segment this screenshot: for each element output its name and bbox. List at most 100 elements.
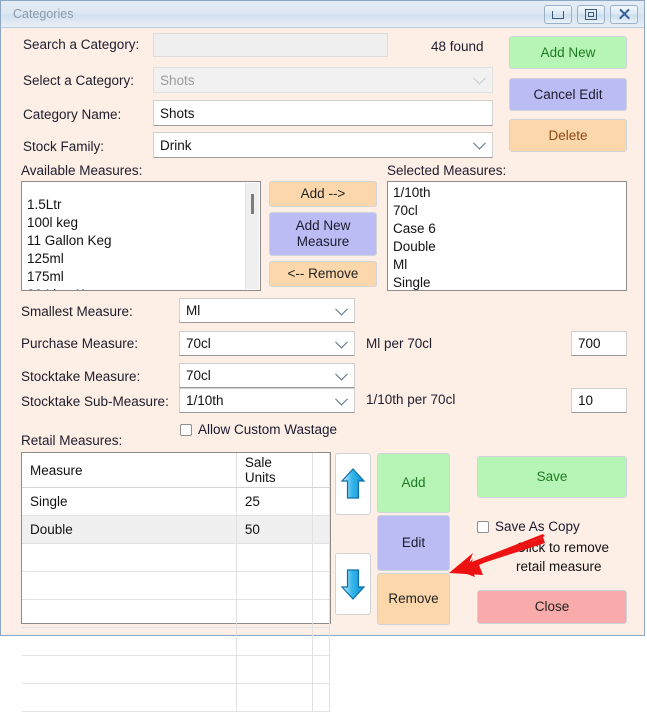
search-input[interactable] bbox=[153, 33, 388, 57]
purchase-measure-combo[interactable]: 70cl bbox=[179, 331, 355, 356]
cell-measure bbox=[22, 627, 237, 656]
list-item[interactable]: 100l keg bbox=[22, 214, 260, 232]
cell-sale-units bbox=[236, 655, 314, 684]
add-measure-button[interactable]: Add --> bbox=[269, 181, 377, 207]
stocktake-sub-measure-combo[interactable]: 1/10th bbox=[179, 388, 355, 413]
stock-family-label: Stock Family: bbox=[23, 139, 105, 154]
stocktake-measure-combo[interactable]: 70cl bbox=[179, 363, 355, 388]
list-item[interactable]: Single bbox=[388, 274, 626, 290]
retail-measures-label: Retail Measures: bbox=[21, 433, 123, 448]
add-new-measure-button[interactable]: Add New Measure bbox=[269, 212, 377, 256]
checkbox-icon bbox=[477, 520, 489, 533]
column-header-sale-units: Sale Units bbox=[236, 453, 314, 488]
cancel-edit-button[interactable]: Cancel Edit bbox=[509, 78, 627, 111]
allow-custom-wastage-label: Allow Custom Wastage bbox=[198, 422, 338, 437]
retail-measures-table[interactable]: Measure Sale Units Single 25 Double 50 bbox=[21, 452, 331, 712]
title-bar: Categories bbox=[1, 1, 644, 28]
select-category-label: Select a Category: bbox=[23, 73, 135, 88]
cell-spacer bbox=[312, 627, 330, 656]
select-category-combo[interactable]: Shots bbox=[153, 67, 493, 93]
column-header-spacer bbox=[312, 453, 330, 488]
table-row-empty[interactable] bbox=[22, 627, 330, 656]
purchase-ratio-field[interactable]: 700 bbox=[571, 331, 627, 356]
table-row-empty[interactable] bbox=[22, 683, 330, 712]
cell-sale-units bbox=[236, 543, 314, 572]
list-item[interactable]: Case 6 bbox=[388, 220, 626, 238]
save-button[interactable]: Save bbox=[477, 456, 627, 498]
list-item[interactable]: 70cl bbox=[388, 202, 626, 220]
selected-measures-list[interactable]: 1/10th 70cl Case 6 Double Ml Single bbox=[387, 181, 627, 291]
cell-sale-units bbox=[236, 627, 314, 656]
scrollbar-thumb[interactable] bbox=[251, 194, 254, 214]
retail-add-button[interactable]: Add bbox=[377, 453, 450, 513]
table-row-empty[interactable] bbox=[22, 571, 330, 600]
smallest-measure-combo[interactable]: Ml bbox=[179, 298, 355, 323]
list-item[interactable]: Double bbox=[388, 238, 626, 256]
cell-measure: Single bbox=[22, 487, 237, 516]
cell-sale-units bbox=[236, 683, 314, 712]
cell-sale-units bbox=[236, 571, 314, 600]
close-icon bbox=[618, 9, 630, 20]
delete-button[interactable]: Delete bbox=[509, 119, 627, 152]
cell-spacer bbox=[312, 571, 330, 600]
restore-icon bbox=[585, 9, 597, 20]
stocktake-sub-ratio-value: 10 bbox=[578, 393, 594, 408]
stocktake-measure-label: Stocktake Measure: bbox=[21, 369, 141, 384]
chevron-down-icon bbox=[335, 302, 348, 316]
list-item[interactable]: 11 Gallon Keg bbox=[22, 232, 260, 250]
smallest-measure-label: Smallest Measure: bbox=[21, 304, 133, 319]
cell-measure bbox=[22, 571, 237, 600]
restore-button[interactable] bbox=[577, 5, 605, 24]
cell-measure bbox=[22, 599, 237, 628]
purchase-ratio-value: 700 bbox=[578, 336, 601, 351]
smallest-measure-value: Ml bbox=[186, 303, 201, 318]
stock-family-combo[interactable]: Drink bbox=[153, 132, 493, 158]
purchase-measure-value: 70cl bbox=[186, 336, 211, 351]
column-header-measure: Measure bbox=[22, 453, 237, 488]
close-button[interactable] bbox=[610, 5, 638, 24]
window-controls bbox=[544, 5, 638, 24]
cell-sale-units: 50 bbox=[236, 515, 314, 544]
available-measures-list[interactable]: 1.5Ltr100l keg11 Gallon Keg125ml175ml20 … bbox=[21, 181, 261, 291]
list-item[interactable]: 175ml bbox=[22, 268, 260, 286]
list-item[interactable]: Ml bbox=[388, 256, 626, 274]
table-row[interactable]: Double 50 bbox=[22, 515, 330, 544]
cell-sale-units bbox=[236, 599, 314, 628]
cell-spacer bbox=[312, 655, 330, 684]
save-as-copy-checkbox[interactable]: Save As Copy bbox=[477, 519, 580, 534]
move-up-button[interactable] bbox=[335, 453, 371, 515]
available-measures-scrollbar[interactable] bbox=[245, 183, 259, 289]
list-item[interactable]: 20 Litre Keg bbox=[22, 286, 260, 290]
list-item[interactable]: 1.5Ltr bbox=[22, 196, 260, 214]
search-label: Search a Category: bbox=[23, 37, 140, 52]
table-row-empty[interactable] bbox=[22, 543, 330, 572]
select-category-value: Shots bbox=[160, 72, 195, 88]
chevron-down-icon bbox=[335, 335, 348, 349]
purchase-ratio-label: Ml per 70cl bbox=[366, 336, 433, 351]
cell-spacer bbox=[312, 599, 330, 628]
add-new-button[interactable]: Add New bbox=[509, 36, 627, 69]
stocktake-sub-measure-label: Stocktake Sub-Measure: bbox=[21, 394, 169, 409]
purchase-measure-label: Purchase Measure: bbox=[21, 336, 139, 351]
move-down-button[interactable] bbox=[335, 553, 371, 615]
minimize-button[interactable] bbox=[544, 5, 572, 24]
category-name-field[interactable]: Shots bbox=[153, 100, 493, 126]
chevron-down-icon bbox=[335, 392, 348, 406]
move-down-arrow-icon bbox=[340, 569, 366, 600]
table-row-empty[interactable] bbox=[22, 599, 330, 628]
allow-custom-wastage-checkbox[interactable]: Allow Custom Wastage bbox=[180, 422, 337, 437]
table-header-row: Measure Sale Units bbox=[22, 453, 330, 488]
cell-measure bbox=[22, 543, 237, 572]
chevron-down-icon bbox=[335, 367, 348, 381]
cell-spacer bbox=[312, 543, 330, 572]
remove-measure-button[interactable]: <-- Remove bbox=[269, 261, 377, 287]
table-row[interactable]: Single 25 bbox=[22, 487, 330, 516]
minimize-icon bbox=[552, 10, 564, 19]
stocktake-sub-ratio-field[interactable]: 10 bbox=[571, 388, 627, 413]
table-row-empty[interactable] bbox=[22, 655, 330, 684]
list-item[interactable]: 1/10th bbox=[388, 184, 626, 202]
list-item[interactable]: 125ml bbox=[22, 250, 260, 268]
stock-family-value: Drink bbox=[160, 137, 192, 153]
available-measures-label: Available Measures: bbox=[21, 163, 143, 178]
close-dialog-button[interactable]: Close bbox=[477, 590, 627, 624]
